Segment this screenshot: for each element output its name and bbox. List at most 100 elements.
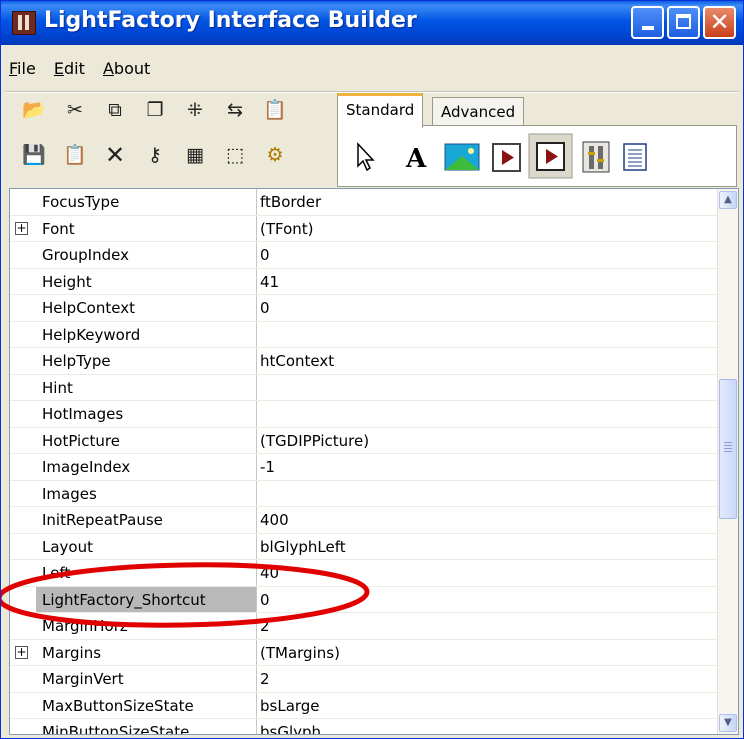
property-value[interactable]: bsGlyph [258, 719, 718, 734]
row-gutter [10, 693, 36, 719]
menu-about[interactable]: About [103, 59, 150, 78]
property-row[interactable]: Hint [10, 374, 718, 401]
scroll-up-button[interactable]: ▲ [719, 191, 737, 209]
minimize-button[interactable] [631, 6, 664, 39]
app-window: LightFactory Interface Builder ✕ File Ed… [0, 0, 744, 739]
title-bar[interactable]: LightFactory Interface Builder ✕ [1, 1, 743, 45]
property-value[interactable]: 0 [258, 242, 718, 268]
property-name: HotPicture [36, 427, 257, 453]
row-gutter [10, 454, 36, 480]
expand-plus-icon[interactable]: + [15, 645, 28, 659]
pointer-icon[interactable] [357, 142, 375, 172]
property-row[interactable]: HelpKeyword [10, 321, 718, 348]
svg-text:A: A [405, 144, 427, 174]
property-row[interactable]: Height 41 [10, 268, 718, 295]
property-row[interactable]: Images [10, 480, 718, 507]
row-gutter: + [10, 640, 36, 666]
property-value[interactable] [258, 401, 718, 427]
list-component-icon[interactable] [623, 143, 647, 171]
property-row[interactable]: Left 40 [10, 560, 718, 587]
property-value[interactable]: (TMargins) [258, 640, 718, 666]
row-gutter [10, 322, 36, 348]
image-component-icon[interactable] [444, 143, 480, 171]
save-icon[interactable]: 💾 [21, 142, 47, 168]
property-value[interactable] [258, 322, 718, 348]
property-row[interactable]: Layout blGlyphLeft [10, 533, 718, 560]
property-value[interactable]: htContext [258, 348, 718, 374]
property-value[interactable]: 0 [258, 587, 718, 613]
resize-icon[interactable]: ⬚ [222, 142, 248, 168]
scroll-down-button[interactable]: ▼ [719, 714, 737, 732]
property-value[interactable] [258, 375, 718, 401]
property-value[interactable]: 2 [258, 613, 718, 639]
vertical-scrollbar[interactable]: ▲ ▼ [717, 189, 738, 734]
menu-edit[interactable]: Edit [54, 59, 85, 78]
property-row[interactable]: MinButtonSizeState bsGlyph [10, 719, 718, 734]
property-name: HotImages [36, 401, 257, 427]
property-row[interactable]: + Font (TFont) [10, 215, 718, 242]
settings-gear-icon[interactable]: ⚙ [262, 142, 288, 168]
grip-icon [724, 442, 732, 454]
cut-icon[interactable]: ✂ [62, 97, 88, 123]
row-gutter [10, 348, 36, 374]
menu-file[interactable]: File [9, 59, 36, 78]
property-row[interactable]: LightFactory_Shortcut 0 [10, 586, 718, 613]
property-name: GroupIndex [36, 242, 257, 268]
property-value[interactable]: -1 [258, 454, 718, 480]
label-component-icon[interactable]: A [405, 144, 427, 174]
maximize-button[interactable] [667, 6, 700, 39]
property-row[interactable]: FocusType ftBorder [10, 189, 718, 216]
property-value[interactable]: 40 [258, 560, 718, 586]
property-value[interactable] [258, 481, 718, 507]
property-value[interactable]: (TFont) [258, 216, 718, 242]
window-title: LightFactory Interface Builder [44, 8, 417, 33]
key-icon[interactable]: ⚷ [142, 142, 168, 168]
property-name: Height [36, 268, 257, 294]
property-row[interactable]: InitRepeatPause 400 [10, 507, 718, 534]
property-row[interactable]: HotPicture (TGDIPPicture) [10, 427, 718, 454]
property-value[interactable]: (TGDIPPicture) [258, 428, 718, 454]
property-value[interactable]: blGlyphLeft [258, 534, 718, 560]
property-row[interactable]: HelpType htContext [10, 348, 718, 375]
property-row[interactable]: GroupIndex 0 [10, 242, 718, 269]
close-button[interactable]: ✕ [703, 6, 736, 39]
button-component-icon[interactable] [492, 143, 521, 172]
panel-component-icon[interactable] [582, 141, 610, 173]
property-value[interactable]: bsLarge [258, 693, 718, 719]
property-value[interactable]: 2 [258, 666, 718, 692]
property-name: HelpType [36, 348, 257, 374]
property-name: HelpContext [36, 295, 257, 321]
row-gutter [10, 428, 36, 454]
row-gutter [10, 719, 36, 734]
app-logo-icon[interactable] [12, 11, 36, 35]
property-row[interactable]: HelpContext 0 [10, 295, 718, 322]
open-folder-icon[interactable]: 📂 [21, 97, 47, 123]
property-row[interactable]: + Margins (TMargins) [10, 639, 718, 666]
tab-advanced[interactable]: Advanced [432, 97, 525, 126]
paste-special-icon[interactable]: 📋 [262, 97, 288, 123]
property-row[interactable]: MarginVert 2 [10, 666, 718, 693]
tab-order-icon[interactable]: ⇆ [222, 97, 248, 123]
align-icon[interactable]: ⁜ [182, 97, 208, 123]
expand-plus-icon[interactable]: + [15, 221, 28, 235]
delete-icon[interactable]: ✕ [102, 142, 128, 168]
paste-icon[interactable]: 📋 [62, 142, 88, 168]
scroll-thumb[interactable] [719, 379, 737, 519]
toggle-button-component-icon[interactable] [528, 133, 573, 179]
grid-icon[interactable]: ▦ [182, 142, 208, 168]
row-gutter [10, 534, 36, 560]
copy-icon[interactable]: ⧉ [102, 97, 128, 123]
property-value[interactable]: 41 [258, 269, 718, 295]
duplicate-icon[interactable]: ❐ [142, 97, 168, 123]
property-row[interactable]: MarginHorz 2 [10, 613, 718, 640]
property-name: LightFactory_Shortcut [36, 586, 257, 612]
property-value[interactable]: 400 [258, 507, 718, 533]
property-row[interactable]: ImageIndex -1 [10, 454, 718, 481]
property-row[interactable]: MaxButtonSizeState bsLarge [10, 692, 718, 719]
component-palette: A [337, 125, 737, 187]
property-row[interactable]: HotImages [10, 401, 718, 428]
property-name: HelpKeyword [36, 321, 257, 347]
property-value[interactable]: ftBorder [258, 189, 718, 215]
property-value[interactable]: 0 [258, 295, 718, 321]
tab-standard[interactable]: Standard [337, 93, 424, 128]
